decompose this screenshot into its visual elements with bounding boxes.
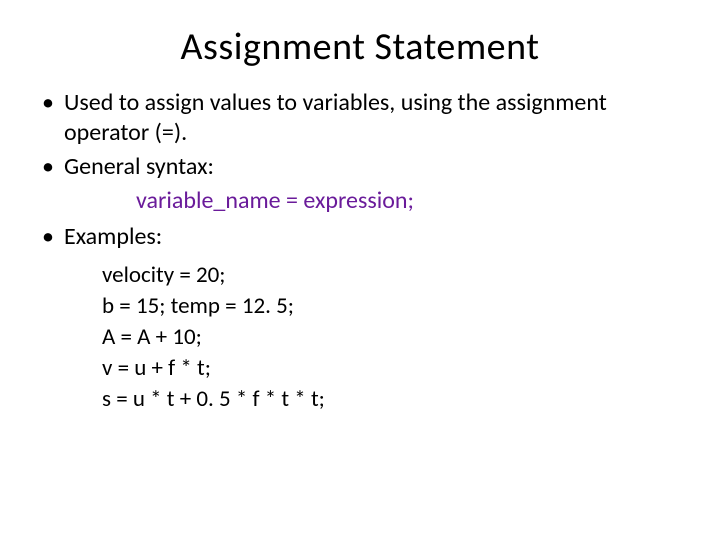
example-line: b = 15; temp = 12. 5; — [102, 291, 680, 322]
example-line: A = A + 10; — [102, 322, 680, 353]
slide-content: Used to assign values to variables, usin… — [0, 88, 720, 415]
examples-block: velocity = 20; b = 15; temp = 12. 5; A =… — [102, 260, 680, 415]
bullet-list: Examples: — [40, 222, 680, 252]
syntax-line: variable_name = expression; — [136, 186, 680, 216]
bullet-item: Used to assign values to variables, usin… — [40, 88, 680, 148]
example-line: s = u * t + 0. 5 * f * t * t; — [102, 384, 680, 415]
slide-title: Assignment Statement — [0, 24, 720, 70]
slide: Assignment Statement Used to assign valu… — [0, 24, 720, 540]
bullet-list: Used to assign values to variables, usin… — [40, 88, 680, 182]
bullet-item: General syntax: — [40, 152, 680, 182]
example-line: velocity = 20; — [102, 260, 680, 291]
bullet-item: Examples: — [40, 222, 680, 252]
example-line: v = u + f * t; — [102, 353, 680, 384]
